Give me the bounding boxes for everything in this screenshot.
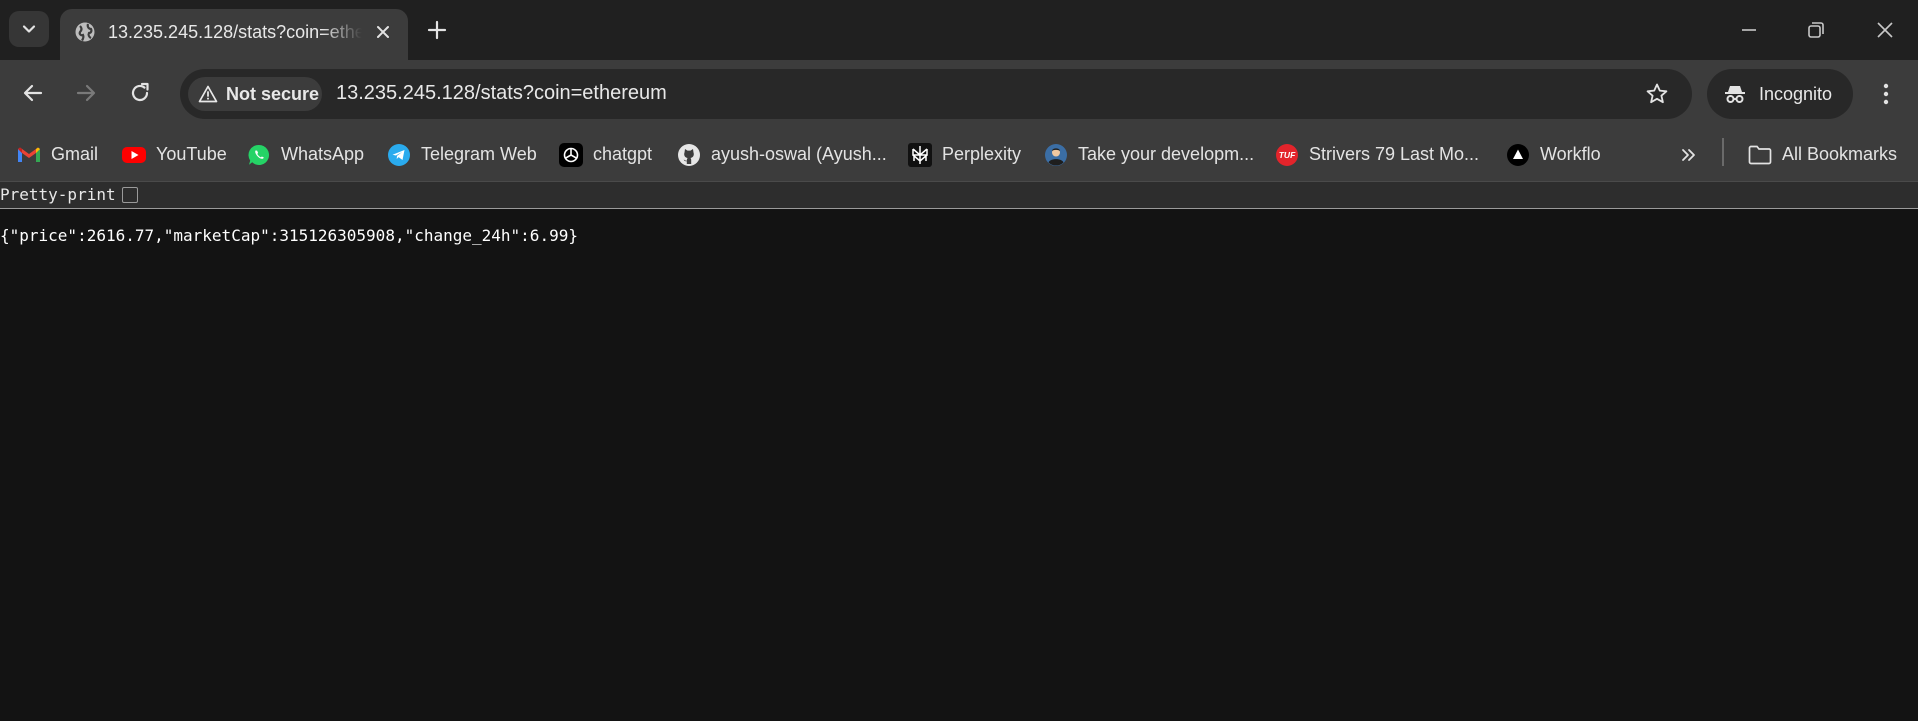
bookmark-perplexity[interactable]: Perplexity — [908, 128, 1021, 181]
bookmarks-separator — [1722, 138, 1724, 166]
pretty-print-label: Pretty-print — [0, 185, 116, 204]
bookmark-label: Workflo — [1540, 144, 1601, 164]
reload-icon[interactable] — [125, 78, 155, 108]
gmail-icon — [17, 143, 41, 167]
all-bookmarks-label: All Bookmarks — [1782, 144, 1898, 164]
close-tab-icon[interactable] — [372, 21, 394, 43]
perplexity-icon — [908, 142, 932, 167]
close-window-icon[interactable] — [1872, 17, 1898, 43]
bookmarks-bar: Gmail YouTube WhatsApp Telegram Web chat… — [0, 128, 1918, 182]
bookmark-label: Perplexity — [942, 144, 1022, 164]
restore-icon[interactable] — [1803, 17, 1829, 43]
toolbar: Not secure 13.235.245.128/stats?coin=eth… — [0, 60, 1918, 128]
new-tab-icon[interactable] — [424, 17, 450, 43]
bookmark-label: Telegram Web — [421, 144, 537, 164]
warning-icon — [198, 85, 218, 103]
bookmark-label: chatgpt — [593, 144, 653, 164]
tab-strip: 13.235.245.128/stats?coin=ethereum — [0, 0, 1918, 60]
all-bookmarks-button[interactable]: All Bookmarks — [1748, 128, 1897, 181]
workflo-icon — [1506, 143, 1530, 167]
bookmark-youtube[interactable]: YouTube — [122, 128, 227, 181]
youtube-icon — [122, 143, 146, 167]
active-tab[interactable]: 13.235.245.128/stats?coin=ethereum — [60, 9, 408, 60]
json-response-text: {"price":2616.77,"marketCap":31512630590… — [0, 226, 578, 245]
github-icon — [677, 143, 701, 167]
whatsapp-icon — [247, 143, 271, 167]
chevron-down-icon — [22, 25, 36, 33]
security-chip[interactable]: Not secure — [188, 77, 322, 111]
pretty-print-bar: Pretty-print — [0, 182, 1918, 209]
menu-kebab-icon[interactable] — [1872, 80, 1900, 108]
folder-icon — [1748, 143, 1772, 167]
pretty-print-checkbox[interactable] — [122, 187, 138, 203]
chatgpt-icon — [559, 142, 583, 167]
incognito-profile-button[interactable]: Incognito — [1707, 69, 1853, 119]
forward-icon[interactable] — [71, 78, 101, 108]
bookmark-strivers[interactable]: TUF Strivers 79 Last Mo... — [1275, 128, 1479, 181]
address-bar[interactable]: Not secure 13.235.245.128/stats?coin=eth… — [180, 69, 1692, 119]
bookmark-label: Take your developm... — [1078, 144, 1255, 164]
bookmark-label: Strivers 79 Last Mo... — [1309, 144, 1480, 164]
double-chevron-right-icon — [1682, 148, 1695, 161]
bookmark-chatgpt[interactable]: chatgpt — [559, 128, 652, 181]
bookmark-label: WhatsApp — [281, 144, 365, 164]
telegram-icon — [387, 143, 411, 167]
bookmark-workflo[interactable]: Workflo — [1506, 128, 1601, 181]
avatar-icon — [1044, 143, 1068, 167]
incognito-label: Incognito — [1759, 83, 1833, 104]
bookmark-take-your-development[interactable]: Take your developm... — [1044, 128, 1254, 181]
minimize-icon[interactable] — [1736, 17, 1762, 43]
bookmark-whatsapp[interactable]: WhatsApp — [247, 128, 364, 181]
security-chip-label: Not secure — [226, 83, 320, 104]
tuf-icon: TUF — [1275, 143, 1299, 167]
tuf-badge-text: TUF — [1279, 150, 1296, 160]
url-text[interactable]: 13.235.245.128/stats?coin=ethereum — [336, 82, 667, 105]
bookmark-github[interactable]: ayush-oswal (Ayush... — [677, 128, 887, 181]
more-bookmarks-button[interactable] — [1678, 128, 1700, 181]
bookmark-telegram[interactable]: Telegram Web — [387, 128, 537, 181]
tab-search-button[interactable] — [9, 11, 49, 47]
tab-title: 13.235.245.128/stats?coin=ethereum — [108, 22, 362, 42]
bookmark-gmail[interactable]: Gmail — [17, 128, 98, 181]
bookmark-star-icon[interactable] — [1644, 81, 1670, 107]
back-icon[interactable] — [18, 78, 48, 108]
bookmark-label: ayush-oswal (Ayush... — [711, 144, 887, 164]
bookmark-label: Gmail — [51, 144, 99, 164]
incognito-icon — [1725, 86, 1745, 103]
globe-icon — [75, 22, 95, 42]
bookmark-label: YouTube — [156, 144, 227, 164]
